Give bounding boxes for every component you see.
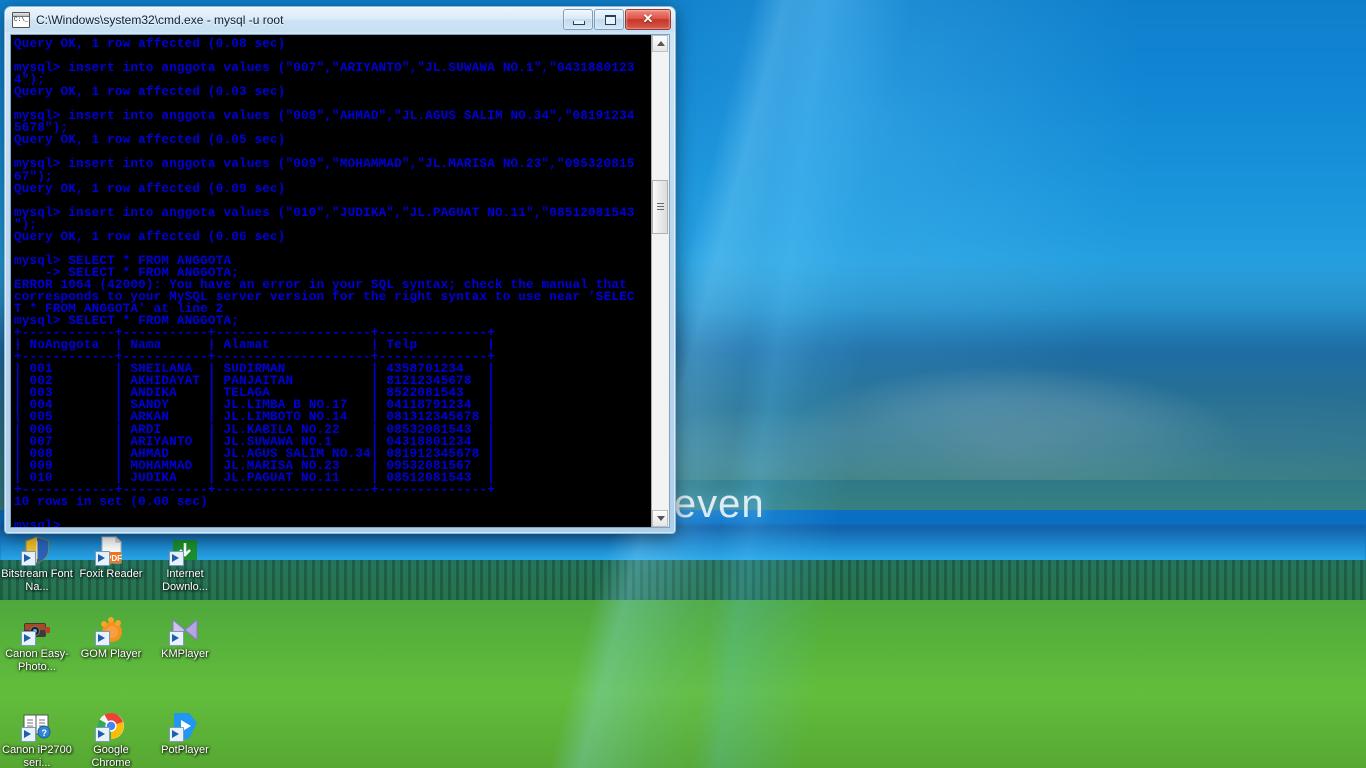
bitstream-shield-icon	[21, 534, 53, 566]
desktop-icon-google-chrome[interactable]: Google Chrome	[74, 706, 148, 768]
desktop-icon-canon-ip2700[interactable]: ? Canon iP2700 seri...	[0, 706, 74, 768]
canon-camera-icon	[21, 614, 53, 646]
scrollbar-thumb[interactable]	[652, 180, 668, 234]
close-button[interactable]: ✕	[625, 9, 671, 30]
desktop-icon-label: Foxit Reader	[79, 568, 143, 580]
scroll-down-arrow-icon[interactable]	[652, 510, 668, 527]
maximize-button[interactable]	[594, 9, 624, 30]
gom-player-icon	[95, 614, 127, 646]
foxit-pdf-icon: PDF	[95, 534, 127, 566]
kmplayer-icon	[169, 614, 201, 646]
desktop-icon-foxit-reader[interactable]: PDF Foxit Reader	[74, 530, 148, 594]
desktop-icon-label: Google Chrome	[91, 744, 131, 768]
svg-text:?: ?	[42, 728, 48, 738]
desktop-icon-label: Canon Easy-Photo...	[5, 648, 69, 673]
desktop-icon-label: KMPlayer	[161, 648, 209, 660]
minimize-button[interactable]	[563, 9, 593, 30]
desktop-icon-potplayer[interactable]: PotPlayer	[148, 706, 222, 768]
desktop-icon-grid: Bitstream Font Na... PDF Foxit Reader In…	[0, 530, 230, 768]
chrome-icon	[95, 710, 127, 742]
window-title: C:\Windows\system32\cmd.exe - mysql -u r…	[36, 12, 284, 27]
desktop-icon-canon-easy-photo[interactable]: Canon Easy-Photo...	[0, 610, 74, 674]
idm-download-icon	[169, 534, 201, 566]
desktop-icon-label: GOM Player	[80, 648, 142, 660]
desktop-icon-row: ? Canon iP2700 seri... Google Chrome Pot…	[0, 706, 230, 768]
desktop-icon-label: Bitstream Font Na...	[1, 568, 73, 593]
desktop-icon-gom-player[interactable]: GOM Player	[74, 610, 148, 674]
desktop-icon-label: PotPlayer	[161, 744, 209, 756]
maximize-icon	[605, 15, 616, 25]
desktop-icon-bitstream[interactable]: Bitstream Font Na...	[0, 530, 74, 594]
scrollbar-track[interactable]	[652, 52, 668, 510]
potplayer-icon	[169, 710, 201, 742]
desktop-icon-label: Internet Downlo...	[162, 568, 208, 593]
desktop-icon-kmplayer[interactable]: KMPlayer	[148, 610, 222, 674]
desktop-icon-label: Canon iP2700 seri...	[2, 744, 72, 768]
console-output-text[interactable]: Query OK, 1 row affected (0.08 sec) mysq…	[11, 35, 651, 527]
window-controls: ✕	[563, 9, 671, 30]
minimize-icon	[573, 21, 585, 25]
desktop-icon-row: Bitstream Font Na... PDF Foxit Reader In…	[0, 530, 230, 594]
desktop-icon-row: Canon Easy-Photo... GOM Player KMPlayer	[0, 610, 230, 674]
desktop[interactable]: ows Seven Bitstream Font Na...	[0, 0, 1366, 768]
window-bottom-strip	[10, 526, 670, 530]
cmd-console-icon	[12, 11, 30, 28]
cmd-window[interactable]: C:\Windows\system32\cmd.exe - mysql -u r…	[4, 6, 676, 534]
canon-manual-icon: ?	[21, 710, 53, 742]
scroll-up-arrow-icon[interactable]	[652, 35, 668, 52]
console-vertical-scrollbar[interactable]	[651, 35, 669, 527]
desktop-icon-internet-download-manager[interactable]: Internet Downlo...	[148, 530, 222, 594]
window-title-bar[interactable]: C:\Windows\system32\cmd.exe - mysql -u r…	[5, 7, 675, 32]
console-client-area[interactable]: Query OK, 1 row affected (0.08 sec) mysq…	[10, 34, 670, 528]
close-icon: ✕	[642, 11, 654, 26]
